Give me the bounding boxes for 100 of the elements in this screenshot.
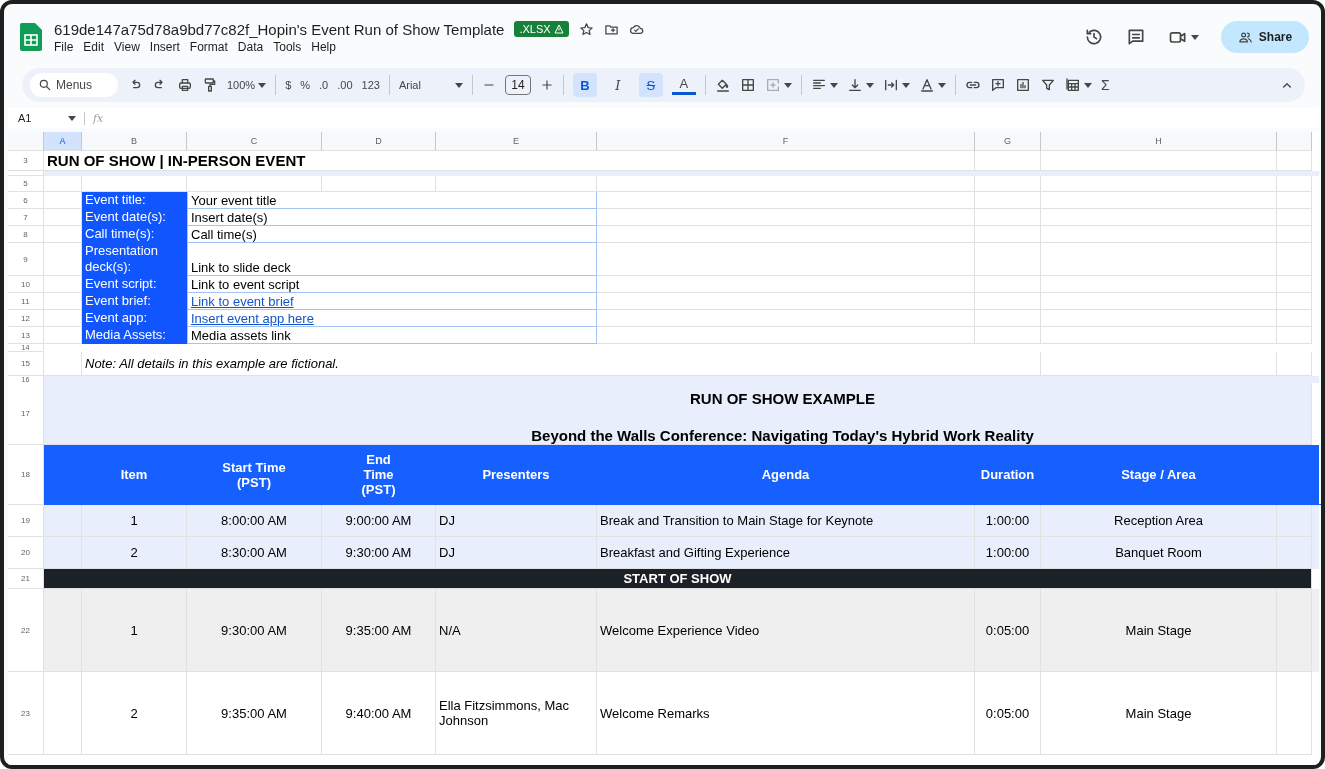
menu-item[interactable]: Tools — [268, 39, 307, 54]
row-number[interactable]: 11 — [8, 293, 44, 310]
menu-item[interactable]: View — [109, 39, 145, 54]
caret-icon — [258, 82, 267, 88]
borders-icon[interactable] — [739, 77, 756, 93]
row-number[interactable]: 19 — [8, 505, 44, 537]
row-number[interactable]: 8 — [8, 226, 44, 243]
font-size-field[interactable]: 14 — [504, 75, 531, 95]
currency-format-button[interactable]: $ — [285, 79, 292, 91]
empty-cell — [1277, 276, 1312, 293]
filter-icon[interactable] — [1039, 77, 1056, 93]
empty-cell — [975, 176, 1041, 192]
percent-format-button[interactable]: % — [300, 79, 311, 91]
star-icon[interactable] — [578, 21, 594, 37]
merge-cells-button[interactable] — [764, 77, 792, 93]
column-header[interactable]: E — [436, 132, 597, 151]
table-cell: 9:30:00 AM — [187, 589, 322, 672]
row-number[interactable]: 7 — [8, 209, 44, 226]
info-label: Event script: — [82, 276, 187, 293]
row-number[interactable]: 22 — [8, 589, 44, 672]
table-cell: N/A — [436, 589, 597, 672]
column-header[interactable]: F — [597, 132, 975, 151]
history-icon[interactable] — [1084, 27, 1104, 47]
row-number[interactable]: 15 — [8, 352, 44, 376]
menu-item[interactable]: Edit — [78, 39, 110, 54]
comment-icon[interactable] — [1126, 27, 1146, 47]
vertical-align-button[interactable] — [846, 77, 874, 93]
document-title[interactable]: 619de147a75d78a9bd77c82f_Hopin's Event Run of Show Template — [54, 20, 505, 38]
empty-cell — [1277, 176, 1312, 192]
paint-format-icon[interactable] — [202, 77, 218, 93]
caret-icon — [937, 82, 946, 88]
row-number[interactable]: 21 — [8, 569, 44, 589]
decrease-decimals-button[interactable]: .0 — [319, 79, 329, 91]
plus-icon[interactable] — [539, 78, 554, 92]
share-button[interactable]: Share — [1221, 21, 1309, 53]
search-field[interactable]: Menus — [30, 73, 118, 97]
info-value: Your event title — [187, 192, 597, 209]
print-icon[interactable] — [177, 77, 193, 93]
arrow-down-icon — [846, 77, 863, 93]
caret-icon — [1083, 82, 1092, 88]
menu-item[interactable]: Data — [232, 39, 269, 54]
text-wrap-button[interactable] — [882, 77, 910, 93]
zoom-dropdown[interactable]: 100% — [227, 79, 267, 91]
column-header[interactable]: H — [1041, 132, 1277, 151]
fill-color-icon[interactable] — [714, 77, 731, 93]
info-label: Media Assets: — [82, 327, 187, 344]
text-rotation-button[interactable] — [918, 77, 946, 93]
name-box[interactable]: A1 — [18, 112, 84, 124]
row-number[interactable]: 13 — [8, 327, 44, 344]
text-rotation-icon — [918, 77, 935, 93]
menu-item[interactable]: File — [54, 39, 79, 54]
file-type-badge[interactable]: .XLSX — [514, 21, 569, 37]
comment-add-icon[interactable] — [989, 77, 1006, 93]
row-number[interactable]: 12 — [8, 310, 44, 327]
row-number[interactable]: 5 — [8, 176, 44, 192]
row-number[interactable]: 10 — [8, 276, 44, 293]
row-number[interactable]: 23 — [8, 672, 44, 755]
info-value: Insert date(s) — [187, 209, 597, 226]
empty-cell — [1277, 310, 1312, 327]
info-label: Presentation deck(s): — [82, 243, 187, 276]
info-value: Link to slide deck — [187, 243, 597, 276]
caret-icon — [865, 82, 874, 88]
table-cell: 9:40:00 AM — [322, 672, 436, 755]
info-label: Event title: — [82, 192, 187, 209]
row-number[interactable]: 18 — [8, 445, 44, 505]
column-header[interactable]: G — [975, 132, 1041, 151]
people-icon — [1237, 29, 1253, 45]
row-number[interactable]: 6 — [8, 192, 44, 209]
chart-icon[interactable] — [1014, 77, 1031, 93]
column-header[interactable]: A — [44, 132, 82, 151]
row-number[interactable]: 17 — [8, 383, 44, 445]
number-format-button[interactable]: 123 — [361, 79, 380, 91]
function-label: fx — [84, 111, 104, 125]
table-button[interactable] — [1064, 77, 1092, 93]
empty-cell — [975, 209, 1041, 226]
increase-decimals-button[interactable]: .00 — [337, 79, 353, 91]
color-button[interactable]: A — [671, 75, 696, 95]
column-header[interactable]: D — [322, 132, 436, 151]
row-number[interactable]: 3 — [8, 151, 44, 171]
menu-item[interactable]: Insert — [144, 39, 185, 54]
info-value: Call time(s) — [187, 226, 597, 243]
functions-button[interactable]: Σ — [1100, 77, 1110, 93]
menu-item[interactable]: Help — [306, 39, 341, 54]
info-value: Link to event script — [187, 276, 597, 293]
empty-cell — [1277, 192, 1312, 209]
bold-button[interactable]: B — [572, 73, 597, 97]
table-cell: 0:05:00 — [975, 672, 1041, 755]
column-header[interactable]: B — [82, 132, 187, 151]
menu-item[interactable]: Format — [184, 39, 233, 54]
table-cell: 0:05:00 — [975, 589, 1041, 672]
banner-title: RUN OF SHOW EXAMPLE — [690, 390, 875, 407]
caret-icon — [68, 115, 76, 121]
strike-button[interactable]: S — [638, 73, 663, 97]
spreadsheet-logo[interactable] — [20, 23, 42, 51]
row-number[interactable]: 20 — [8, 537, 44, 569]
italic-button[interactable]: I — [605, 73, 630, 97]
font-dropdown[interactable]: Arial — [398, 79, 463, 91]
column-header[interactable]: C — [187, 132, 322, 151]
row-number[interactable]: 9 — [8, 243, 44, 276]
info-label: Call time(s): — [82, 226, 187, 243]
